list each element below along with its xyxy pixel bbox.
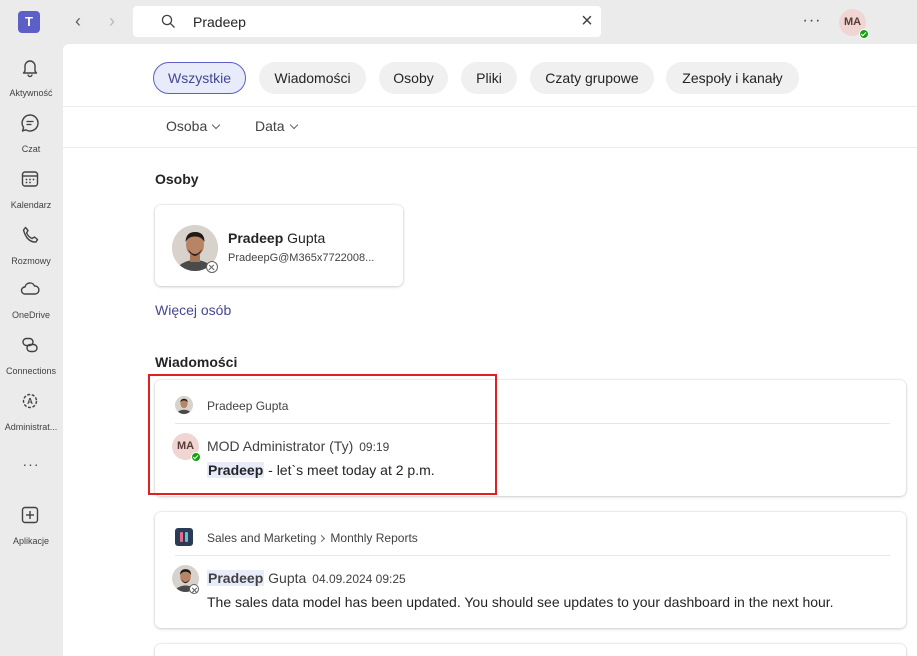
tab-group-chats[interactable]: Czaty grupowe xyxy=(530,62,654,94)
message-time: 04.09.2024 09:25 xyxy=(312,572,406,586)
search-highlight: Pradeep xyxy=(207,462,265,478)
avatar xyxy=(175,396,193,414)
chevron-right-icon xyxy=(318,534,326,543)
filter-label: Data xyxy=(255,118,285,134)
back-arrow-icon[interactable]: ‹ xyxy=(66,10,90,34)
bell-icon xyxy=(22,60,38,78)
rail-label: Aktywność xyxy=(9,88,53,98)
more-options-icon[interactable]: ··· xyxy=(800,10,824,34)
divider xyxy=(63,106,917,107)
rail-item-onedrive[interactable]: OneDrive xyxy=(0,278,62,330)
rail-item-calendar[interactable]: Kalendarz xyxy=(0,168,62,220)
search-results-panel: Wszystkie Wiadomości Osoby Pliki Czaty g… xyxy=(63,44,917,656)
user-avatar[interactable]: MA xyxy=(839,9,869,39)
more-apps-icon[interactable]: ··· xyxy=(0,456,62,472)
rail-item-apps[interactable]: Aplikacje xyxy=(0,504,62,556)
message-result-card[interactable] xyxy=(155,644,906,656)
app-rail: Aktywność Czat Kalendarz Rozmowy OneDriv… xyxy=(0,44,62,656)
channel-breadcrumb: Sales and Marketing Monthly Reports xyxy=(207,531,418,545)
rail-label: OneDrive xyxy=(11,310,50,320)
message-result-card[interactable]: Sales and Marketing Monthly Reports Prade… xyxy=(155,512,906,628)
sender-initials: MA xyxy=(176,440,195,452)
chevron-down-icon xyxy=(212,120,221,130)
tab-files[interactable]: Pliki xyxy=(461,62,517,94)
rail-label: Aplikacje xyxy=(12,536,50,546)
rail-label: Kalendarz xyxy=(10,200,52,210)
rail-label: Czat xyxy=(21,144,41,154)
chat-name: Pradeep Gupta xyxy=(207,399,289,413)
presence-offline-icon xyxy=(189,584,199,594)
person-card[interactable]: Pradeep Gupta PradeepG@M365x7722008... xyxy=(155,205,403,286)
search-box[interactable]: × xyxy=(133,6,601,37)
rail-item-activity[interactable]: Aktywność xyxy=(0,56,62,108)
message-body: - let`s meet today at 2 p.m. xyxy=(264,462,435,478)
tab-people[interactable]: Osoby xyxy=(379,62,448,94)
filter-date-dropdown[interactable]: Data xyxy=(255,118,298,134)
calendar-icon xyxy=(21,171,39,187)
sender-name: MOD Administrator (Ty) xyxy=(207,438,354,454)
people-section-title: Osoby xyxy=(155,171,199,187)
rail-item-chat[interactable]: Czat xyxy=(0,112,62,164)
person-photo xyxy=(175,396,193,414)
search-icon xyxy=(161,14,175,28)
filter-person-dropdown[interactable]: Osoba xyxy=(166,118,221,134)
message-time: 09:19 xyxy=(359,440,390,454)
forward-arrow-icon[interactable]: › xyxy=(100,10,124,34)
connections-icon xyxy=(22,337,38,353)
search-highlight: Pradeep xyxy=(207,570,265,586)
rail-label: Administrat... xyxy=(4,422,58,432)
rail-item-calls[interactable]: Rozmowy xyxy=(0,224,62,276)
person-name: Pradeep Gupta xyxy=(228,230,325,246)
messages-section-title: Wiadomości xyxy=(155,354,238,370)
message-sender: Pradeep Gupta 04.09.2024 09:25 xyxy=(207,570,406,586)
cloud-icon xyxy=(20,282,40,295)
presence-available-icon xyxy=(191,452,201,462)
title-bar: T ‹ › × ··· MA xyxy=(0,0,917,44)
presence-available-icon xyxy=(859,29,869,39)
divider xyxy=(63,147,917,148)
svg-text:A: A xyxy=(27,397,33,406)
user-initials: MA xyxy=(843,16,862,28)
rail-label: Rozmowy xyxy=(11,256,51,266)
clear-search-icon[interactable]: × xyxy=(577,11,597,32)
tab-teams-channels[interactable]: Zespoły i kanały xyxy=(666,62,799,94)
search-input[interactable] xyxy=(193,11,553,32)
message-sender: MOD Administrator (Ty) 09:19 xyxy=(207,438,389,454)
sender-avatar: MA xyxy=(172,433,201,462)
message-result-card[interactable]: Pradeep Gupta MA MOD Administrator (Ty) 0… xyxy=(155,380,906,496)
divider xyxy=(175,555,890,556)
admin-icon: A xyxy=(22,393,38,409)
person-first-name: Pradeep xyxy=(228,230,284,246)
person-email: PradeepG@M365x7722008... xyxy=(228,252,375,264)
chevron-down-icon xyxy=(289,120,298,130)
channel-name: Monthly Reports xyxy=(330,531,418,545)
divider xyxy=(175,423,890,424)
rail-item-admin[interactable]: A Administrat... xyxy=(0,390,62,442)
teams-logo-icon[interactable]: T xyxy=(18,11,40,33)
tab-messages[interactable]: Wiadomości xyxy=(259,62,366,94)
message-text: Pradeep - let`s meet today at 2 p.m. xyxy=(207,462,435,478)
filter-label: Osoba xyxy=(166,118,208,134)
chat-icon xyxy=(21,114,39,132)
rail-item-connections[interactable]: Connections xyxy=(0,334,62,386)
person-last-name: Gupta xyxy=(283,230,326,246)
presence-offline-icon xyxy=(206,261,218,273)
phone-icon xyxy=(22,226,39,243)
team-name: Sales and Marketing xyxy=(207,531,317,545)
team-icon xyxy=(175,528,193,546)
message-body: The sales data model has been updated. Y… xyxy=(207,594,834,610)
sender-name-rest: Gupta xyxy=(264,570,307,586)
rail-label: Connections xyxy=(5,366,57,376)
more-people-link[interactable]: Więcej osób xyxy=(155,302,231,318)
add-apps-icon xyxy=(21,506,39,524)
tab-all[interactable]: Wszystkie xyxy=(153,62,246,94)
